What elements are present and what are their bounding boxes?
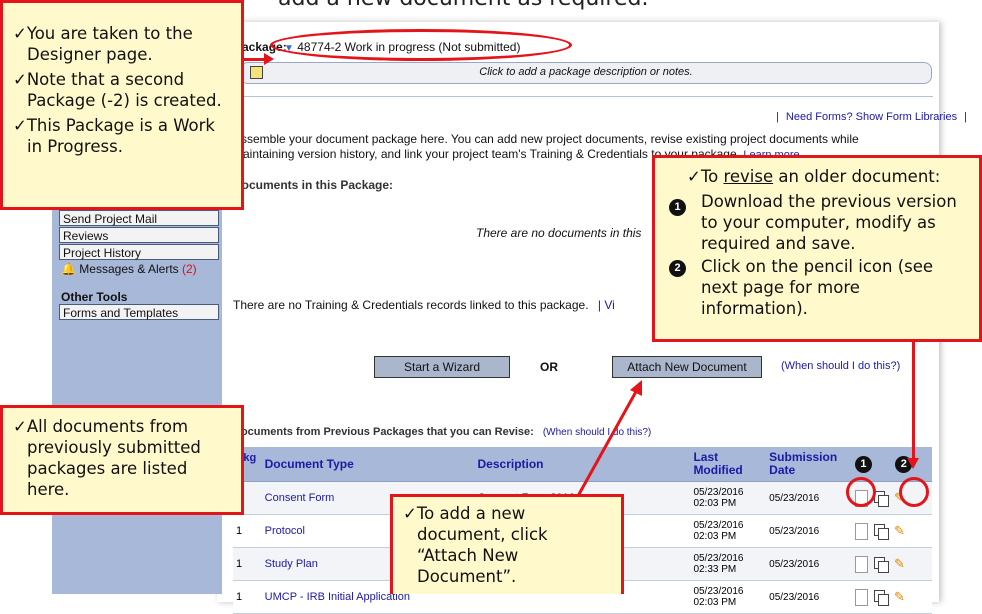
separator: | xyxy=(964,111,968,123)
need-forms-text: Need Forms? Show Form Libraries xyxy=(785,111,958,123)
separator: | xyxy=(776,111,779,123)
copy-icon[interactable] xyxy=(873,590,889,606)
arrowhead-icon xyxy=(907,458,919,469)
divider xyxy=(233,96,933,97)
no-training-text: There are no Training & Credentials reco… xyxy=(233,298,589,312)
bell-icon: 🔔 xyxy=(61,262,76,276)
revise-title-underline: revise xyxy=(723,167,774,186)
callout-all-documents: ✓All documents from previously submitted… xyxy=(0,405,244,515)
start-wizard-button[interactable]: Start a Wizard xyxy=(374,356,510,378)
no-documents-message: There are no documents in this xyxy=(476,226,642,240)
messages-count: (2) xyxy=(182,262,197,276)
revise-title-pre: To xyxy=(700,167,724,186)
revise-step1-text: Download the previous version to your co… xyxy=(701,192,957,253)
mod-time: 02:03 PM xyxy=(693,597,737,608)
mod-time: 02:33 PM xyxy=(693,564,737,575)
actions-cell: ✎ xyxy=(843,580,932,614)
doc-type-header: Document Type xyxy=(261,447,475,482)
mod-date: 05/23/2016 xyxy=(693,553,744,564)
copy-icon[interactable] xyxy=(873,524,889,540)
pkg-cell: 1 xyxy=(233,514,262,548)
marker-one: 1 xyxy=(854,455,872,473)
top-heading: add a new document as required. xyxy=(278,0,648,11)
arrowhead-icon xyxy=(264,53,274,65)
last-modified-cell: 05/23/2016 02:03 PM xyxy=(690,481,767,515)
training-link[interactable]: Vi xyxy=(604,298,614,312)
arrow-to-attach xyxy=(576,380,642,497)
mod-date: 05/23/2016 xyxy=(693,586,744,597)
documents-in-package-heading: Documents in this Package: xyxy=(233,178,394,192)
copy-icon[interactable] xyxy=(873,557,889,573)
arrow-to-package xyxy=(244,58,266,61)
step-one-marker: 1 xyxy=(669,199,686,216)
callout-designer-line2: Note that a second Package (-2) is creat… xyxy=(26,70,222,110)
nav-forms-templates[interactable]: Forms and Templates xyxy=(59,304,219,320)
last-modified-cell: 05/23/2016 02:03 PM xyxy=(690,580,767,614)
submission-header: Submission Date xyxy=(766,447,844,482)
mod-time: 02:03 PM xyxy=(693,531,737,542)
callout-attach-text: To add a new document, click “Attach New… xyxy=(416,504,548,586)
revise-step2-text: Click on the pencil icon (see next page … xyxy=(701,257,934,318)
actions-cell: ✎ xyxy=(843,514,932,548)
messages-label: Messages & Alerts xyxy=(79,262,179,276)
last-modified-cell: 05/23/2016 02:03 PM xyxy=(690,514,767,548)
pkg-cell: 1 xyxy=(233,580,262,614)
submission-cell: 05/23/2016 xyxy=(766,514,844,548)
assemble-text-1: Assemble your document package here. You… xyxy=(233,132,859,146)
mod-date: 05/23/2016 xyxy=(693,487,744,498)
submission-cell: 05/23/2016 xyxy=(766,481,844,515)
other-tools-heading: Other Tools xyxy=(61,290,128,304)
package-highlight-ellipse xyxy=(270,29,572,61)
mod-date: 05/23/2016 xyxy=(693,520,744,531)
nav-project-history[interactable]: Project History xyxy=(59,244,219,260)
pencil-icon[interactable]: ✎ xyxy=(894,556,905,572)
need-forms-link[interactable]: | Need Forms? Show Form Libraries | xyxy=(776,111,967,123)
no-training-message: There are no Training & Credentials reco… xyxy=(233,298,615,312)
nav-messages-alerts[interactable]: 🔔 Messages & Alerts (2) xyxy=(61,262,197,276)
callout-revise: ✓To revise an older document: 1 Download… xyxy=(652,155,982,342)
package-notes-bar[interactable]: Click to add a package description or no… xyxy=(240,62,932,84)
download-document-icon[interactable] xyxy=(854,555,868,573)
arrow-to-pencil xyxy=(912,342,915,462)
notes-prompt: Click to add a package description or no… xyxy=(479,66,693,78)
submission-cell: 05/23/2016 xyxy=(766,547,844,581)
last-modified-header: Last Modified xyxy=(690,447,767,482)
step-two-marker: 2 xyxy=(669,260,686,277)
download-document-icon[interactable] xyxy=(854,522,868,540)
actions-cell: ✎ xyxy=(843,547,932,581)
pencil-icon[interactable]: ✎ xyxy=(894,589,905,605)
nav-send-project-mail[interactable]: Send Project Mail xyxy=(59,210,219,226)
revise-title-post: an older document: xyxy=(773,167,941,186)
pencil-highlight-circle xyxy=(899,477,929,507)
submission-cell: 05/23/2016 xyxy=(766,580,844,614)
when-should-i-do-this-link[interactable]: (When should I do this?) xyxy=(781,360,900,372)
copy-icon[interactable] xyxy=(873,491,889,507)
or-label: OR xyxy=(540,360,558,374)
nav-reviews[interactable]: Reviews xyxy=(59,227,219,243)
previous-packages-text: Documents from Previous Packages that yo… xyxy=(233,426,534,438)
attach-new-document-button[interactable]: Attach New Document xyxy=(612,356,762,378)
callout-attach: ✓To add a new document, click “Attach Ne… xyxy=(390,494,624,594)
side-navigation: Send Project Mail Reviews Project Histor… xyxy=(52,200,222,594)
callout-designer-line1: You are taken to the Designer page. xyxy=(26,24,193,64)
pencil-icon[interactable]: ✎ xyxy=(894,523,905,539)
callout-all-docs-text: All documents from previously submitted … xyxy=(26,417,201,499)
mod-time: 02:03 PM xyxy=(693,498,737,509)
callout-designer-line3: This Package is a Work in Progress. xyxy=(26,116,215,156)
callout-designer-page: ✓You are taken to the Designer page. ✓No… xyxy=(0,0,244,210)
pkg-cell: 1 xyxy=(233,547,262,581)
download-document-icon[interactable] xyxy=(854,588,868,606)
last-modified-cell: 05/23/2016 02:33 PM xyxy=(690,547,767,581)
download-highlight-circle xyxy=(846,477,876,507)
